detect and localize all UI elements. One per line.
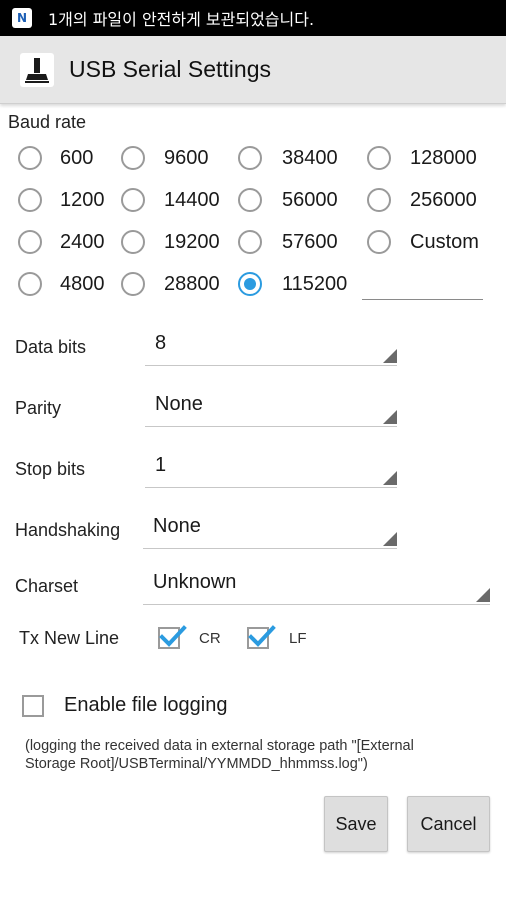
file-logging-label[interactable]: Enable file logging bbox=[64, 694, 227, 717]
dropdown-arrow-icon bbox=[383, 532, 397, 546]
save-button[interactable]: Save bbox=[324, 796, 388, 852]
handshaking-value: None bbox=[153, 515, 201, 537]
usb-terminal-icon bbox=[20, 52, 54, 87]
baud-1200-label[interactable]: 1200 bbox=[60, 189, 105, 212]
handshaking-spinner[interactable]: None bbox=[143, 511, 397, 549]
baud-14400-radio[interactable] bbox=[121, 188, 145, 212]
custom-baud-input[interactable] bbox=[362, 270, 483, 300]
baud-9600-label[interactable]: 9600 bbox=[164, 147, 209, 170]
charset-value: Unknown bbox=[153, 571, 237, 593]
baud-128000-label[interactable]: 128000 bbox=[410, 147, 477, 170]
baud-115200-label[interactable]: 115200 bbox=[282, 273, 347, 296]
data-bits-label: Data bits bbox=[15, 337, 87, 357]
baud-128000-radio[interactable] bbox=[367, 146, 391, 170]
baud-256000-radio[interactable] bbox=[367, 188, 391, 212]
baud-14400-label[interactable]: 14400 bbox=[164, 189, 220, 212]
baud-256000-label[interactable]: 256000 bbox=[410, 189, 477, 212]
baud-custom-label[interactable]: Custom bbox=[410, 231, 479, 254]
parity-spinner[interactable]: None bbox=[145, 389, 397, 427]
baud-600-radio[interactable] bbox=[18, 146, 42, 170]
baud-38400-label[interactable]: 38400 bbox=[282, 147, 338, 170]
file-logging-note: (logging the received data in external s… bbox=[25, 737, 495, 773]
baud-2400-radio[interactable] bbox=[18, 230, 42, 254]
lf-checkbox[interactable] bbox=[247, 625, 276, 649]
stop-bits-spinner[interactable]: 1 bbox=[145, 450, 397, 488]
baud-rate-label: Baud rate bbox=[8, 112, 87, 132]
baud-56000-label[interactable]: 56000 bbox=[282, 189, 338, 212]
baud-19200-label[interactable]: 19200 bbox=[164, 231, 220, 254]
data-bits-spinner[interactable]: 8 bbox=[145, 328, 397, 366]
baud-1200-radio[interactable] bbox=[18, 188, 42, 212]
baud-38400-radio[interactable] bbox=[238, 146, 262, 170]
dropdown-arrow-icon bbox=[383, 471, 397, 485]
charset-label: Charset bbox=[15, 576, 79, 596]
baud-19200-radio[interactable] bbox=[121, 230, 145, 254]
notification-icon: N bbox=[12, 8, 32, 28]
baud-custom-radio[interactable] bbox=[367, 230, 391, 254]
checkmark-icon bbox=[159, 625, 187, 647]
baud-56000-radio[interactable] bbox=[238, 188, 262, 212]
stop-bits-label: Stop bits bbox=[15, 459, 86, 479]
baud-2400-label[interactable]: 2400 bbox=[60, 231, 105, 254]
baud-57600-label[interactable]: 57600 bbox=[282, 231, 338, 254]
parity-value: None bbox=[155, 393, 203, 415]
parity-label: Parity bbox=[15, 398, 62, 418]
baud-4800-label[interactable]: 4800 bbox=[60, 273, 105, 296]
baud-600-label[interactable]: 600 bbox=[60, 147, 93, 170]
handshaking-label: Handshaking bbox=[15, 520, 121, 540]
dropdown-arrow-icon bbox=[383, 410, 397, 424]
baud-115200-radio[interactable] bbox=[238, 272, 262, 296]
action-bar: USB Serial Settings bbox=[0, 36, 506, 104]
notification-text: 1개의 파일이 안전하게 보관되었습니다. bbox=[48, 10, 315, 29]
baud-4800-radio[interactable] bbox=[18, 272, 42, 296]
baud-28800-radio[interactable] bbox=[121, 272, 145, 296]
baud-57600-radio[interactable] bbox=[238, 230, 262, 254]
cr-label[interactable]: CR bbox=[199, 630, 221, 647]
lf-label[interactable]: LF bbox=[289, 630, 307, 647]
data-bits-value: 8 bbox=[155, 332, 167, 354]
checkmark-icon bbox=[248, 625, 276, 647]
file-logging-note-line-1: (logging the received data in external s… bbox=[25, 738, 414, 754]
stop-bits-value: 1 bbox=[155, 454, 167, 476]
baud-28800-label[interactable]: 28800 bbox=[164, 273, 220, 296]
cancel-button[interactable]: Cancel bbox=[407, 796, 490, 852]
dropdown-arrow-icon bbox=[383, 349, 397, 363]
charset-spinner[interactable]: Unknown bbox=[143, 567, 490, 605]
dropdown-arrow-icon bbox=[476, 588, 490, 602]
tx-new-line-label: Tx New Line bbox=[19, 628, 120, 648]
baud-9600-radio[interactable] bbox=[121, 146, 145, 170]
file-logging-checkbox[interactable] bbox=[22, 695, 44, 717]
file-logging-note-line-2: Storage Root]/USBTerminal/YYMMDD_hhmmss.… bbox=[25, 756, 368, 772]
cr-checkbox[interactable] bbox=[158, 625, 187, 649]
page-title: USB Serial Settings bbox=[69, 56, 271, 82]
status-bar: N 1개의 파일이 안전하게 보관되었습니다. bbox=[0, 0, 506, 36]
notification-icon-letter: N bbox=[16, 11, 28, 25]
